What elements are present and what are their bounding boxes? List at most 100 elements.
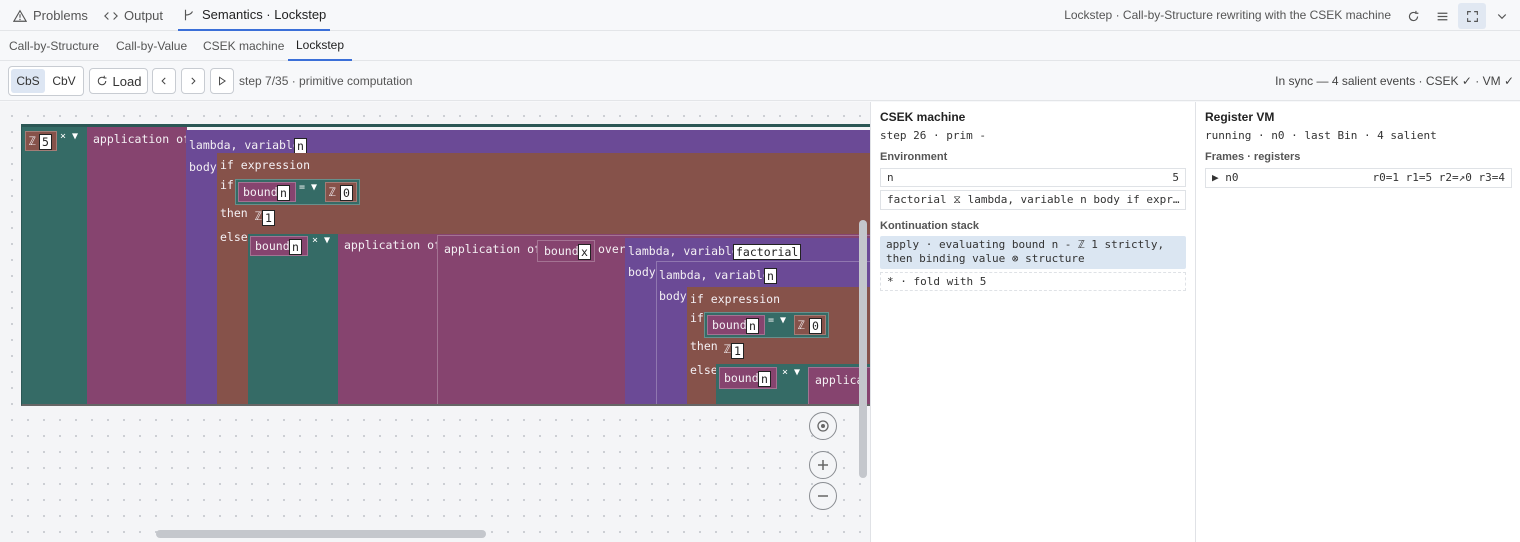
bound-var: n xyxy=(758,371,771,387)
lambda-var: factorial xyxy=(733,244,802,260)
bound-var: x xyxy=(578,244,591,260)
load-button[interactable]: Load xyxy=(89,68,148,94)
frame-row[interactable]: ▶ n0 r0=1 r1=5 r2=↗0 r3=4 xyxy=(1205,168,1512,188)
body-label: body xyxy=(628,265,656,279)
env-name: n xyxy=(887,171,894,184)
toolbar: CbS CbV Load step 7/35 · primitive compu… xyxy=(0,61,1520,101)
env-name: factorial xyxy=(887,193,947,206)
literal-node[interactable]: ℤ 0 xyxy=(325,182,357,202)
cbv-button[interactable]: CbV xyxy=(47,69,81,93)
k-item-active: apply · evaluating bound n - ℤ 1 strictl… xyxy=(880,236,1186,269)
step-back-button[interactable] xyxy=(152,68,176,94)
tab-output[interactable]: Output xyxy=(104,0,163,31)
times-op[interactable]: × ▼ xyxy=(312,235,330,246)
literal-prefix: ℤ xyxy=(255,209,262,223)
bound-label: bound xyxy=(544,244,579,258)
zoom-out-button[interactable] xyxy=(809,482,837,510)
expression-tree: ℤ 5 × ▼ application of lambda, variable … xyxy=(21,124,870,406)
kontinuation-title: Kontinuation stack xyxy=(880,220,980,232)
cbs-button[interactable]: CbS xyxy=(11,69,45,93)
bound-var: n xyxy=(746,318,759,334)
literal-prefix: ℤ xyxy=(724,342,731,356)
frame-registers: r0=1 r1=5 r2=↗0 r3=4 xyxy=(1372,171,1505,184)
branch-icon xyxy=(184,9,194,20)
literal-prefix: ℤ xyxy=(798,318,805,332)
minus-icon xyxy=(818,495,828,497)
play-icon xyxy=(219,76,226,86)
times-node[interactable] xyxy=(248,234,338,404)
literal-node[interactable]: ℤ 5 xyxy=(25,131,57,151)
code-icon xyxy=(104,11,118,20)
if-expression-label: if expression xyxy=(220,158,311,172)
body-label: body xyxy=(189,160,217,174)
else-label: else xyxy=(690,363,718,377)
tab-semantics-label: Semantics · Lockstep xyxy=(202,7,327,22)
eq-op[interactable]: = ▼ xyxy=(299,182,317,193)
bound-label: bound xyxy=(255,239,290,253)
if-label: if xyxy=(220,178,234,192)
bound-var: n xyxy=(289,239,302,255)
eq-op-label: = xyxy=(299,182,306,193)
menu-icon[interactable] xyxy=(1429,3,1455,29)
load-label: Load xyxy=(112,73,142,89)
refresh-icon[interactable] xyxy=(1400,3,1426,29)
zoom-in-button[interactable] xyxy=(809,451,837,479)
times-op[interactable]: × ▼ xyxy=(782,367,800,378)
lambda-label: lambda, variable xyxy=(628,244,739,258)
bound-var: n xyxy=(277,185,290,201)
step-forward-button[interactable] xyxy=(181,68,205,94)
chevron-down-icon[interactable] xyxy=(1489,3,1515,29)
csek-panel: CSEK machine step 26 · prim - Environmen… xyxy=(870,102,1195,542)
mode-toggle: CbS CbV xyxy=(8,66,84,96)
times-op-label: × xyxy=(60,131,67,142)
bound-node[interactable]: bound x xyxy=(537,240,595,262)
bound-label: bound xyxy=(712,318,747,332)
target-icon xyxy=(817,420,829,432)
vertical-scrollbar[interactable] xyxy=(859,220,867,478)
times-node[interactable] xyxy=(22,127,87,404)
env-row: n 5 xyxy=(880,168,1186,187)
k-item: * · fold with 5 xyxy=(880,272,1186,291)
tab-call-by-value[interactable]: Call-by-Value xyxy=(116,31,187,61)
if-expression-label: if expression xyxy=(690,292,781,306)
recenter-button[interactable] xyxy=(809,412,837,440)
literal-prefix: ℤ xyxy=(29,134,36,148)
reload-icon xyxy=(97,75,107,86)
bound-node[interactable]: bound n xyxy=(238,182,296,202)
expression-canvas[interactable]: ℤ 5 × ▼ application of lambda, variable … xyxy=(0,102,870,542)
times-op-label: × xyxy=(782,367,789,378)
horizontal-scrollbar[interactable] xyxy=(156,530,486,538)
lambda-label: lambda, variable xyxy=(659,268,770,282)
eq-op[interactable]: = ▼ xyxy=(768,315,786,326)
step-status: step 7/35 · primitive computation xyxy=(239,74,413,88)
csek-title: CSEK machine xyxy=(880,110,966,124)
bound-node[interactable]: bound n xyxy=(707,315,765,335)
chevron-right-icon xyxy=(191,77,196,85)
literal-node[interactable]: ℤ 0 xyxy=(794,315,826,335)
application-node[interactable]: application of xyxy=(87,127,190,404)
times-op[interactable]: × ▼ xyxy=(60,131,78,142)
application-label: application of xyxy=(93,132,190,146)
tab-semantics-lockstep[interactable]: Semantics · Lockstep xyxy=(178,0,331,31)
env-row: factorial ⧖ lambda, variable n body if e… xyxy=(880,190,1186,210)
tab-problems[interactable]: Problems xyxy=(13,0,88,31)
literal-prefix: ℤ xyxy=(329,185,336,199)
chevron-left-icon xyxy=(161,77,166,85)
tab-call-by-structure[interactable]: Call-by-Structure xyxy=(9,31,99,61)
plus-icon xyxy=(818,460,828,470)
play-button[interactable] xyxy=(210,68,234,94)
frames-title: Frames · registers xyxy=(1205,151,1301,163)
tab-lockstep[interactable]: Lockstep xyxy=(288,31,353,61)
if-label: if xyxy=(690,311,704,325)
lambda-label: lambda, variable xyxy=(189,138,300,152)
top-tab-bar: Problems Output Semantics · Lockstep Loc… xyxy=(0,0,1520,31)
sub-tab-bar: Call-by-Structure Call-by-Value CSEK mac… xyxy=(0,31,1520,61)
literal-value: 5 xyxy=(39,134,52,150)
tab-csek-machine[interactable]: CSEK machine xyxy=(203,31,284,61)
bound-node[interactable]: bound n xyxy=(250,236,308,256)
frame-name: ▶ n0 xyxy=(1212,171,1239,184)
fullscreen-icon[interactable] xyxy=(1458,3,1486,29)
bound-node[interactable]: bound n xyxy=(719,367,777,389)
application-label: application of xyxy=(444,242,541,256)
bound-label: bound xyxy=(724,371,759,385)
